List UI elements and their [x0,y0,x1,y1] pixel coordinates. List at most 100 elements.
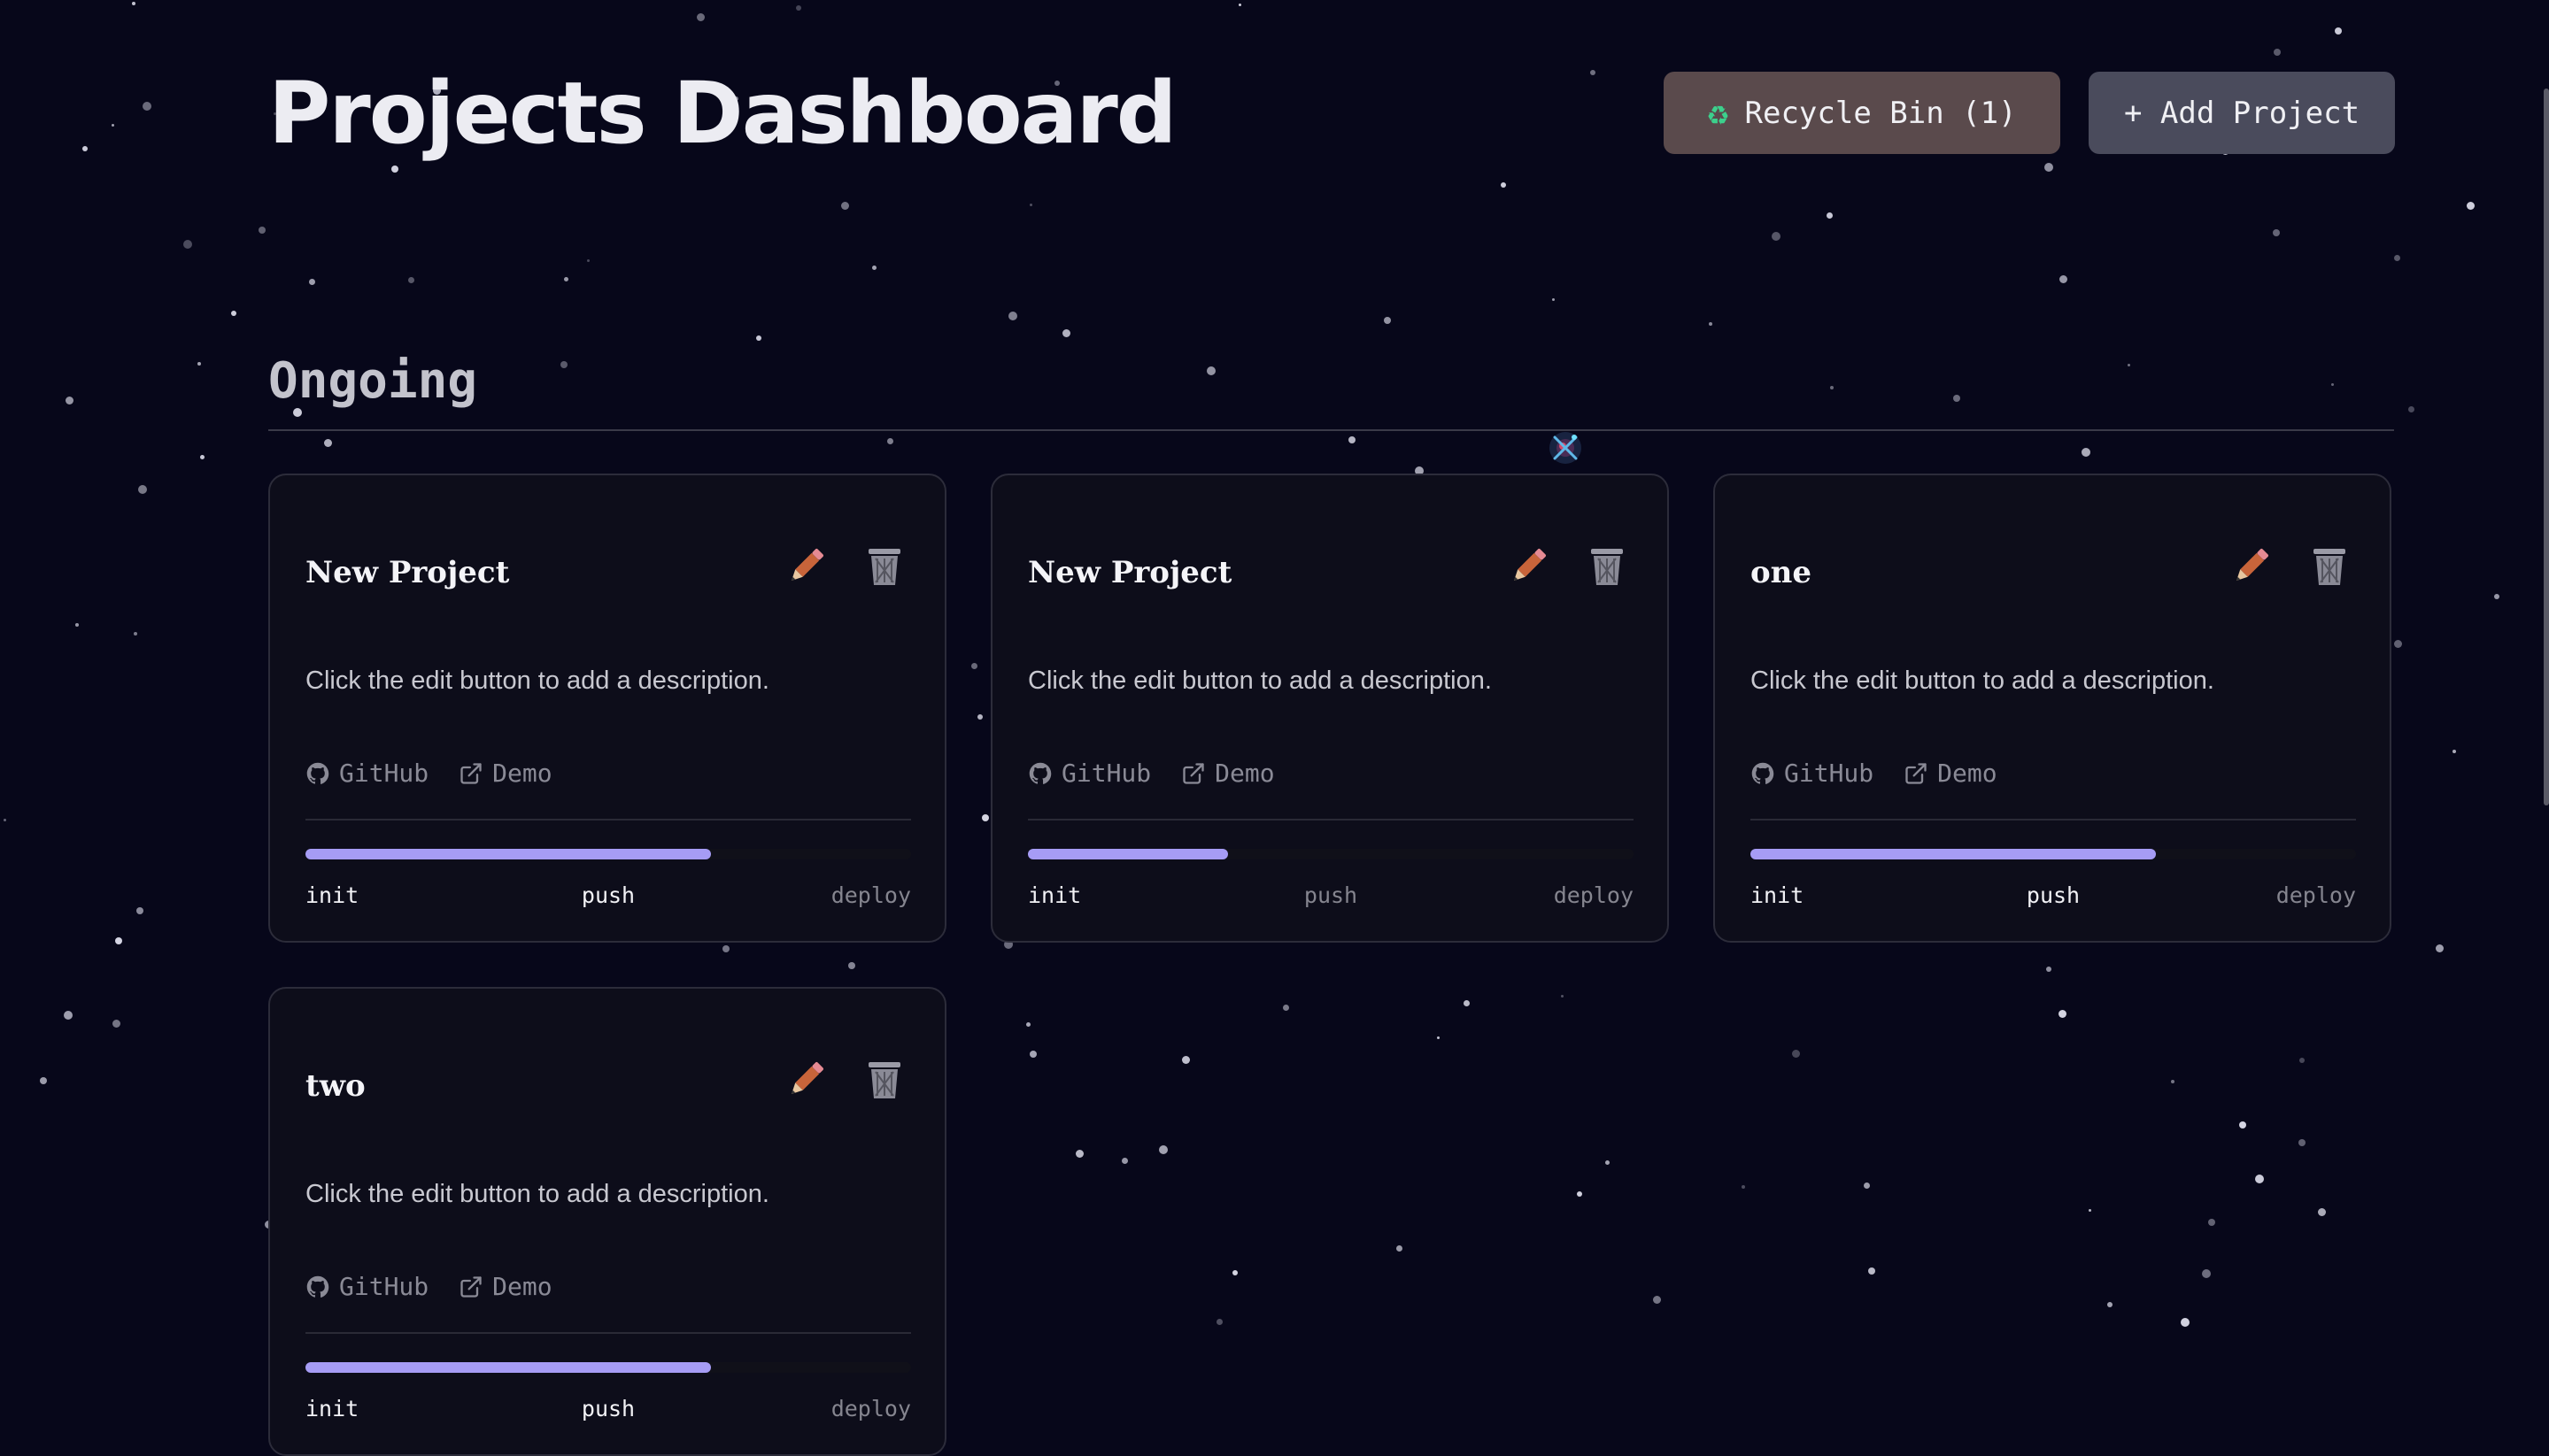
stage-deploy: deploy [2275,882,2356,908]
star [1384,317,1391,324]
github-link[interactable]: GitHub [1028,759,1151,788]
card-links: GitHub Demo [1750,759,1997,788]
stage-init: init [1750,882,1804,908]
pencil-icon[interactable] [1504,541,1554,590]
star [324,439,332,447]
star [1159,1145,1168,1154]
scrollbar[interactable] [2544,89,2549,805]
trash-icon[interactable] [2305,541,2354,590]
project-card: one Click the edit button to add a descri… [1713,474,2391,943]
star [75,623,79,627]
star [1709,322,1712,326]
star [1182,1056,1190,1064]
star [2059,275,2067,283]
progress-fill [1750,849,2157,859]
demo-link[interactable]: Demo [1904,759,1997,788]
star [796,5,801,11]
star [977,714,983,720]
star [1030,1051,1037,1058]
star [2202,1269,2211,1278]
star [2046,967,2051,972]
demo-link[interactable]: Demo [1181,759,1275,788]
star [2408,406,2414,412]
robot-icon [1549,432,1581,464]
demo-label: Demo [492,1272,552,1301]
star [2128,364,2130,366]
star [1283,1005,1289,1011]
star [1577,1191,1582,1197]
star [2208,1219,2215,1226]
star [1122,1158,1128,1164]
project-card: New Project Click the edit button to add … [268,474,946,943]
card-links: GitHub Demo [305,759,552,788]
star [872,266,877,270]
star [259,227,266,234]
star [587,259,590,262]
star [1864,1183,1870,1189]
github-icon [1029,762,1052,784]
star [1217,1319,1223,1325]
github-link[interactable]: GitHub [305,1272,429,1301]
star [1605,1160,1610,1165]
star [697,13,705,21]
progress-bar [1028,849,1634,859]
card-links: GitHub Demo [1028,759,1275,788]
section-title-ongoing: Ongoing [268,352,478,410]
star [183,240,192,249]
star [1030,204,1032,206]
pencil-icon[interactable] [782,541,831,590]
card-title: New Project [305,555,510,590]
demo-label: Demo [1937,759,1997,788]
star [841,202,849,210]
demo-label: Demo [1215,759,1275,788]
card-description: Click the edit button to add a descripti… [1028,666,1492,695]
star [756,335,761,341]
star [112,124,114,127]
github-label: GitHub [339,759,429,788]
external-link-icon [460,1275,482,1298]
star [2394,640,2402,648]
stage-deploy: deploy [1553,882,1634,908]
card-title: New Project [1028,555,1232,590]
star [112,1020,120,1028]
demo-label: Demo [492,759,552,788]
stage-init: init [305,882,359,908]
star [2239,1121,2246,1129]
stage-push: push [581,1396,636,1421]
trash-icon[interactable] [860,1054,909,1104]
star [1792,1050,1800,1058]
trash-icon[interactable] [1582,541,1632,590]
star [66,397,73,404]
star [1239,4,1241,6]
demo-link[interactable]: Demo [459,759,552,788]
star [1830,386,1834,389]
github-icon [306,762,329,784]
external-link-icon [1183,762,1204,784]
star [1026,1022,1031,1027]
star [2274,49,2281,56]
github-link[interactable]: GitHub [1750,759,1873,788]
recycle-bin-button[interactable]: ♻ Recycle Bin (1) [1664,72,2060,154]
star [1653,1296,1661,1304]
card-divider [1028,819,1634,820]
github-link[interactable]: GitHub [305,759,429,788]
star [1348,436,1356,443]
demo-link[interactable]: Demo [459,1272,552,1301]
star [848,962,855,969]
pencil-icon[interactable] [2227,541,2276,590]
pencil-icon[interactable] [782,1054,831,1104]
star [1062,329,1070,337]
star [391,166,398,173]
star [2436,944,2444,952]
add-project-button[interactable]: + Add Project [2089,72,2395,154]
card-description: Click the edit button to add a descripti… [305,1180,769,1208]
star [1501,182,1506,188]
star [2298,1139,2306,1146]
star [138,485,147,494]
stage-labels: init push deploy [1750,882,2356,914]
star [1772,232,1780,241]
trash-icon[interactable] [860,541,909,590]
star [2059,1010,2066,1018]
card-description: Click the edit button to add a descripti… [1750,666,2214,695]
github-icon [1751,762,1774,784]
